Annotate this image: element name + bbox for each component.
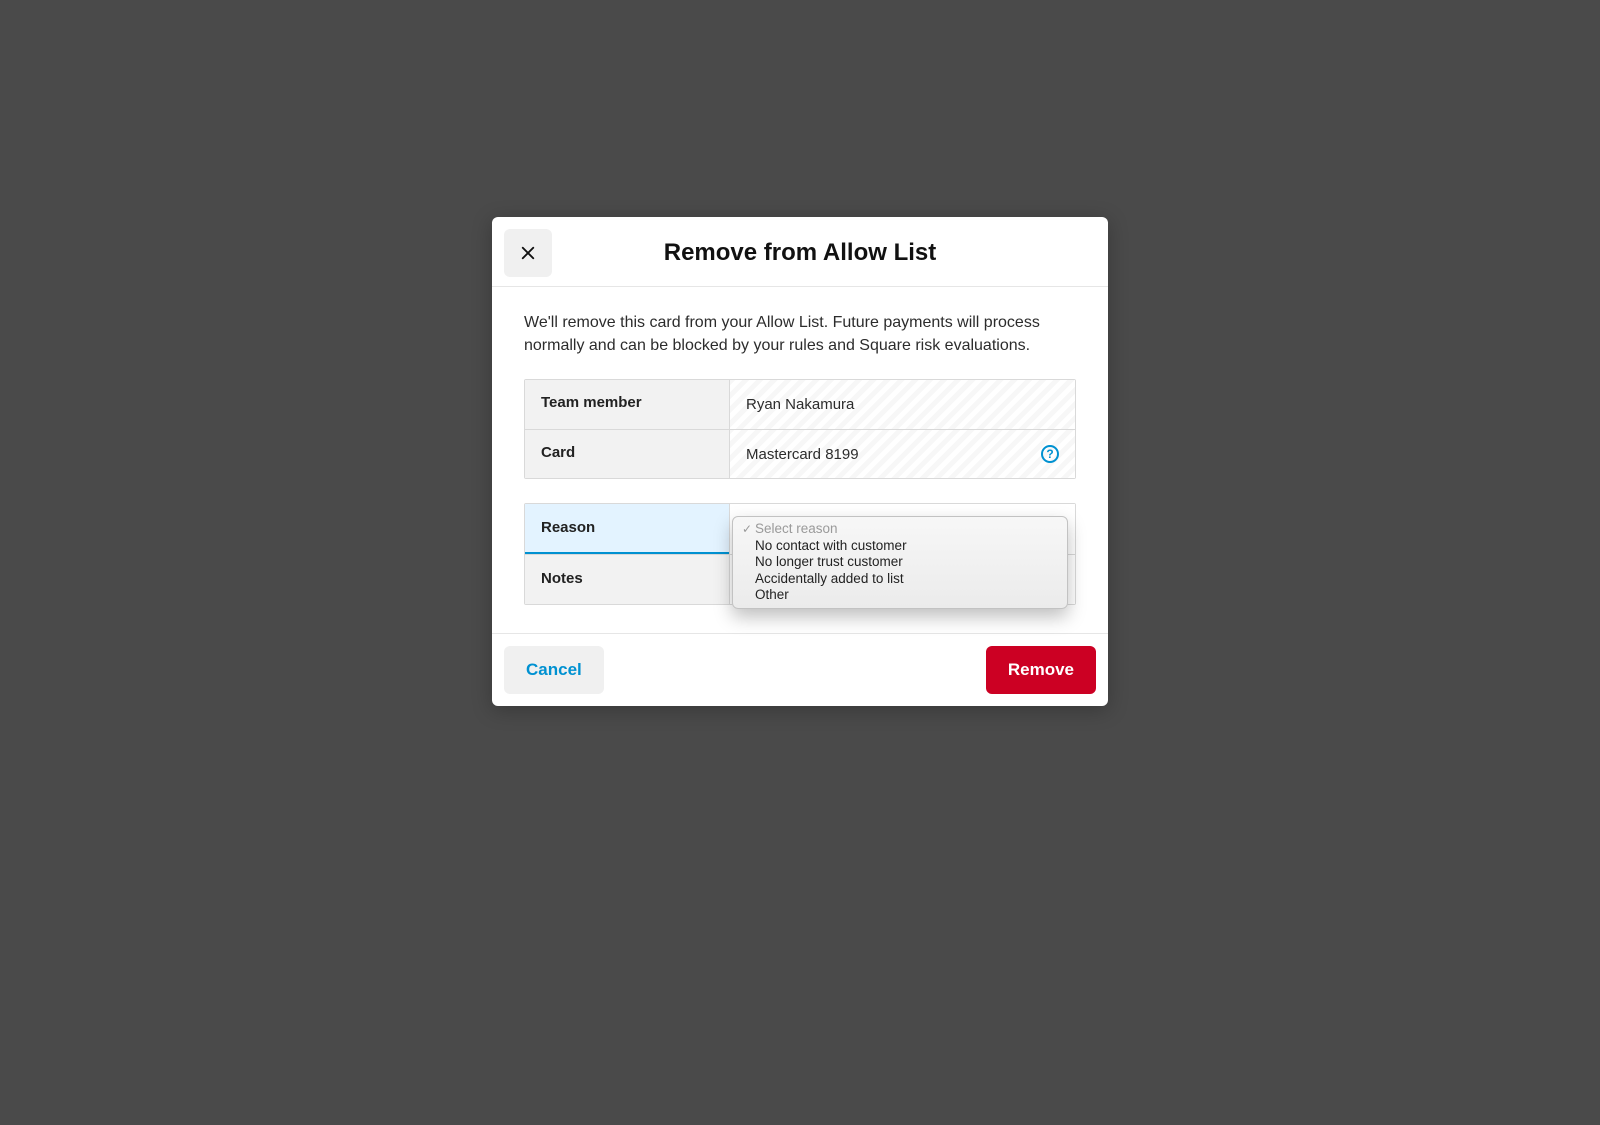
help-icon[interactable]: ? <box>1041 445 1059 463</box>
dropdown-option[interactable]: Accidentally added to list <box>733 571 1067 588</box>
remove-allow-list-modal: Remove from Allow List We'll remove this… <box>492 217 1108 706</box>
team-member-value: Ryan Nakamura <box>730 380 1075 429</box>
cancel-button[interactable]: Cancel <box>504 646 604 694</box>
card-row: Card Mastercard 8199 ? <box>525 429 1075 478</box>
reason-label: Reason <box>525 504 730 554</box>
info-group: Team member Ryan Nakamura Card Mastercar… <box>524 379 1076 479</box>
dropdown-option[interactable]: No longer trust customer <box>733 554 1067 571</box>
card-label: Card <box>525 430 730 478</box>
modal-header: Remove from Allow List <box>492 217 1108 287</box>
form-group: Reason Notes ✓ Select reason No contact … <box>524 503 1076 605</box>
dropdown-option[interactable]: No contact with customer <box>733 538 1067 555</box>
team-member-label: Team member <box>525 380 730 429</box>
check-icon: ✓ <box>739 521 755 538</box>
reason-dropdown: ✓ Select reason No contact with customer… <box>732 516 1068 609</box>
modal-title: Remove from Allow List <box>508 231 1092 268</box>
dropdown-option[interactable]: Other <box>733 587 1067 604</box>
notes-label: Notes <box>525 555 730 604</box>
modal-footer: Cancel Remove <box>492 633 1108 706</box>
card-value: Mastercard 8199 ? <box>730 430 1075 478</box>
close-icon <box>519 244 537 262</box>
modal-body: We'll remove this card from your Allow L… <box>492 287 1108 633</box>
close-button[interactable] <box>504 229 552 277</box>
dropdown-placeholder[interactable]: ✓ Select reason <box>733 521 1067 538</box>
modal-description: We'll remove this card from your Allow L… <box>524 311 1076 357</box>
remove-button[interactable]: Remove <box>986 646 1096 694</box>
team-member-row: Team member Ryan Nakamura <box>525 380 1075 429</box>
